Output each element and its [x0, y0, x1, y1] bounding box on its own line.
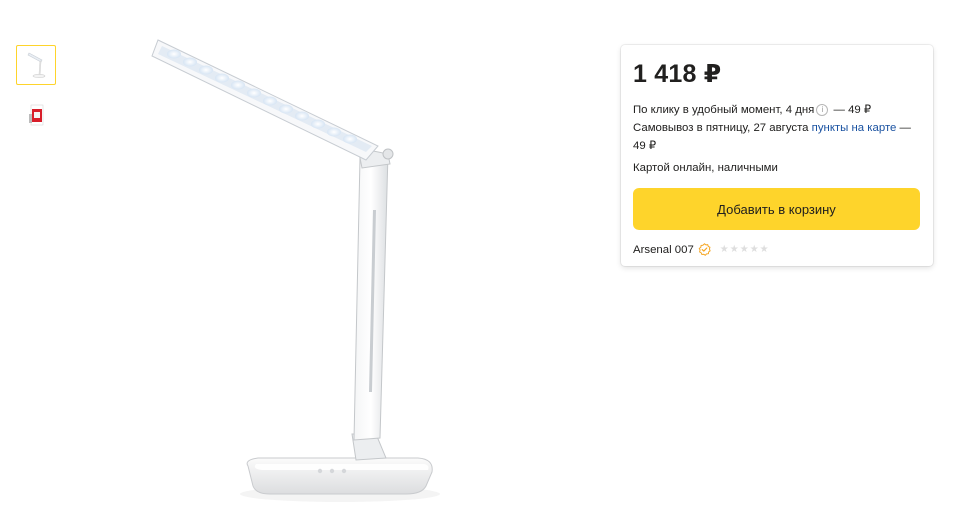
- main-product-image[interactable]: [140, 28, 450, 508]
- courier-delivery-text: По клику в удобный момент, 4 дня: [633, 104, 815, 116]
- courier-delivery-price: — 49 ₽: [830, 104, 872, 116]
- seller-name[interactable]: Arsenal 007: [633, 244, 694, 256]
- price: 1 418 ₽: [633, 60, 722, 88]
- offer-card: 1 418 ₽ По клику в удобный момент, 4 дня…: [621, 45, 933, 266]
- star-icon: ★: [719, 243, 729, 255]
- desk-lamp-image: [151, 39, 440, 502]
- thumbnail-strip: [16, 45, 58, 145]
- star-icon: ★: [749, 243, 759, 255]
- info-icon[interactable]: i: [816, 103, 829, 116]
- star-icon: ★: [759, 243, 769, 255]
- lamp-thumbnail-icon: [27, 52, 46, 78]
- payment-methods: Картой онлайн, наличными: [633, 162, 778, 174]
- pickup-delivery-text: Самовывоз в пятницу, 27 августа: [633, 122, 812, 134]
- star-icon: ★: [739, 243, 749, 255]
- seller-rating: ★ ★ ★ ★ ★: [719, 243, 769, 255]
- verified-seller-icon: [698, 243, 711, 256]
- seller-row: Arsenal 007 ★ ★ ★ ★ ★: [633, 243, 920, 256]
- pickup-delivery: Самовывоз в пятницу, 27 августа пункты н…: [633, 119, 920, 155]
- lamp-box-thumbnail-icon: [29, 104, 44, 126]
- delivery-info: По клику в удобный момент, 4 дня i — 49 ₽…: [633, 101, 920, 155]
- star-icon: ★: [729, 243, 739, 255]
- pickup-points-link[interactable]: пункты на карте: [812, 122, 897, 134]
- thumbnail-lamp[interactable]: [16, 45, 56, 85]
- add-to-cart-button[interactable]: Добавить в корзину: [633, 188, 920, 230]
- courier-delivery: По клику в удобный момент, 4 дня i — 49 ₽: [633, 101, 920, 119]
- thumbnail-lamp-box[interactable]: [16, 95, 56, 135]
